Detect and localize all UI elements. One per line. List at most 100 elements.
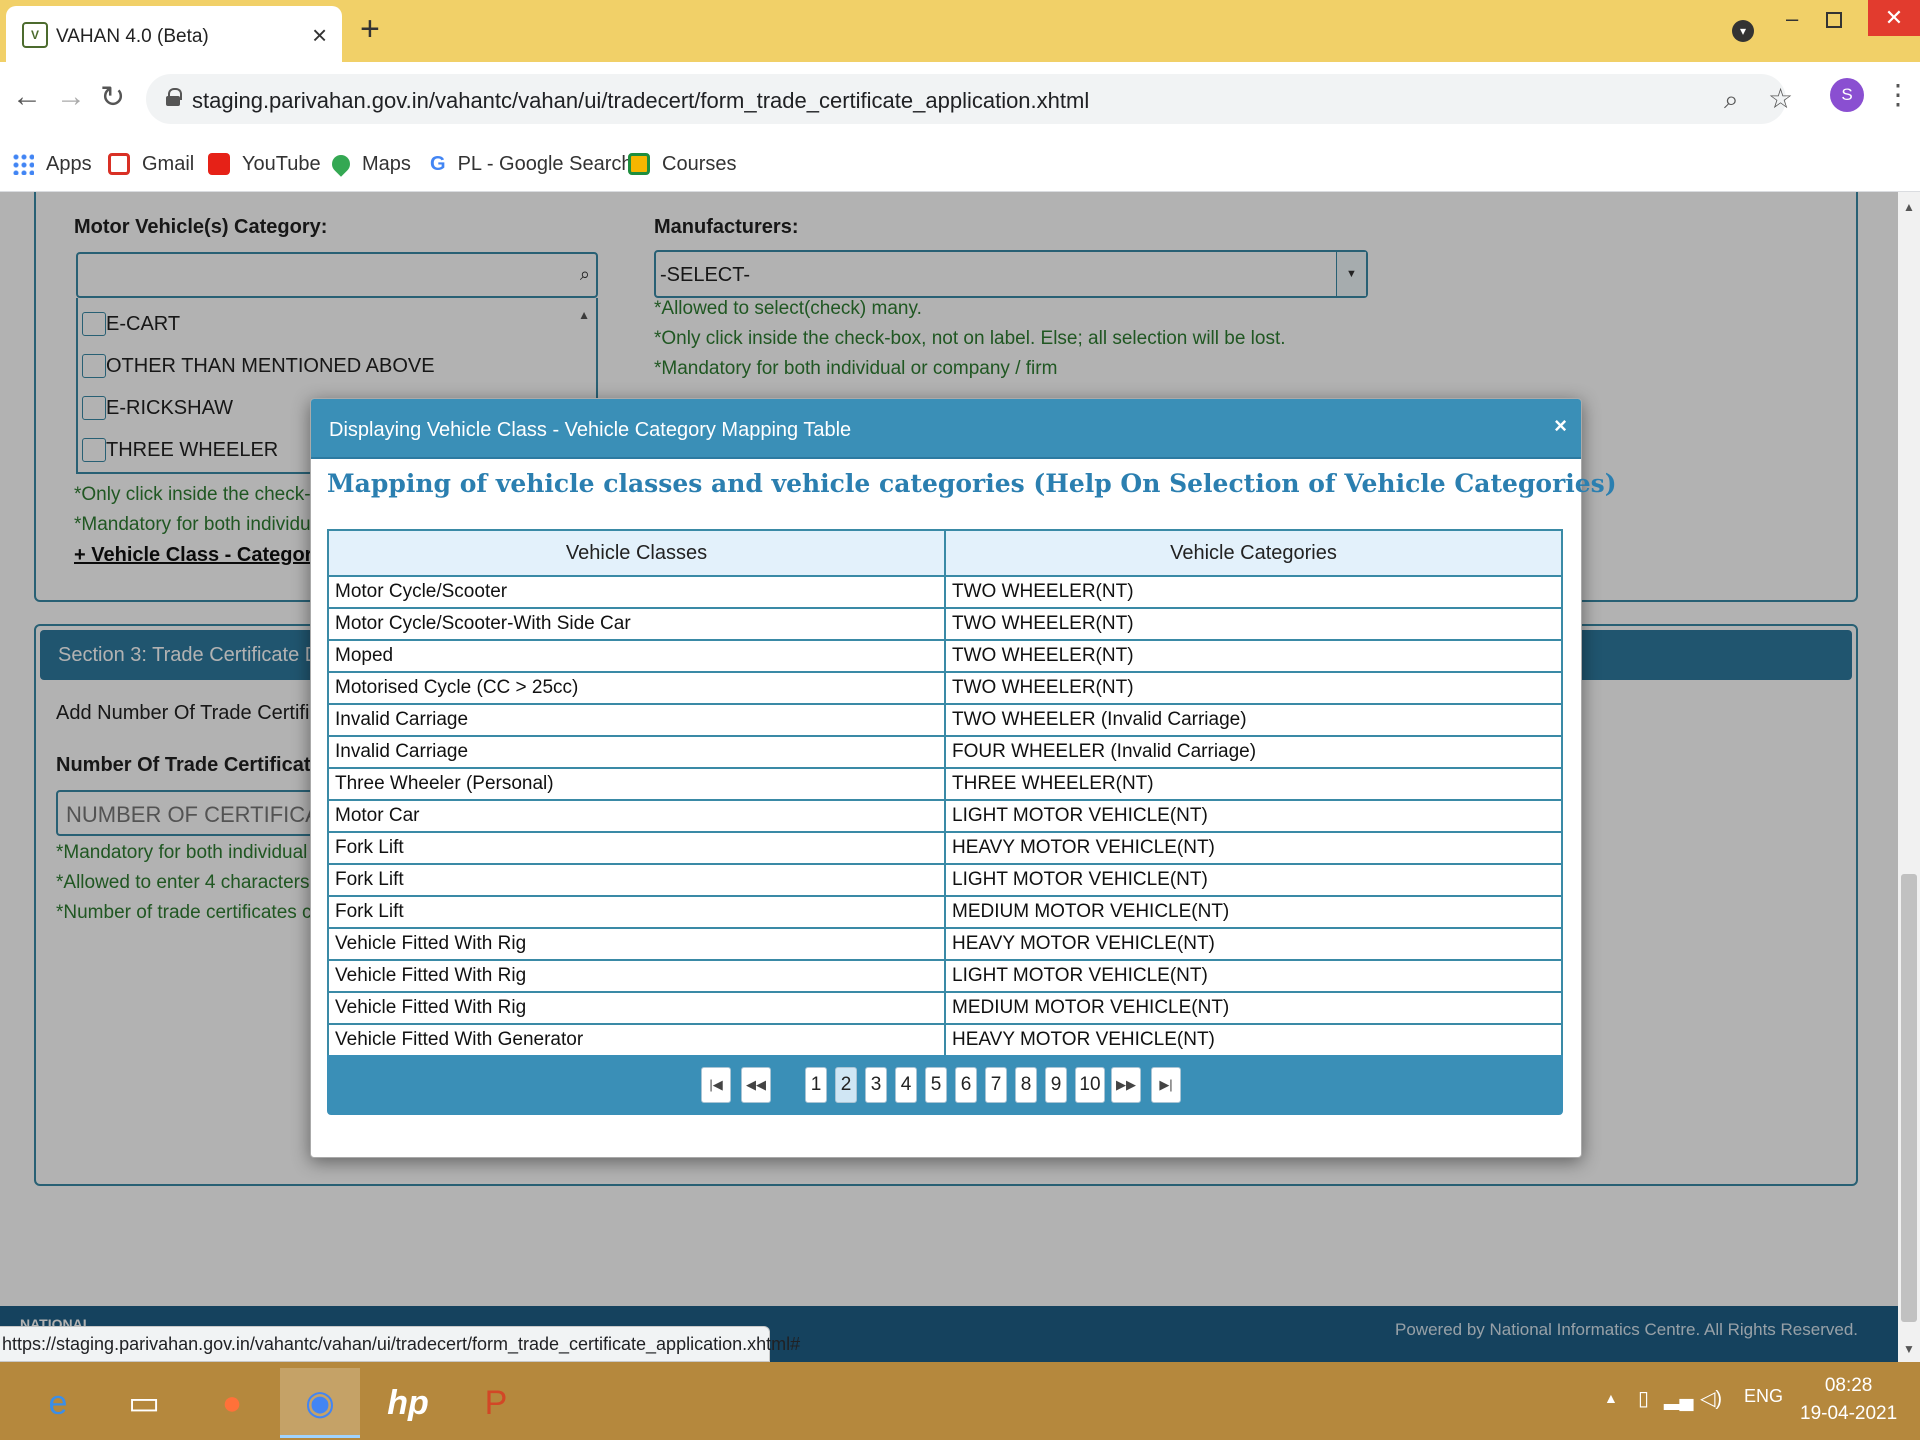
dialog-title: Displaying Vehicle Class - Vehicle Categ… [329, 419, 852, 441]
table-row[interactable]: Fork Lift LIGHT MOTOR VEHICLE(NT) [327, 863, 1563, 897]
first-page-icon[interactable]: |◀ [701, 1067, 731, 1103]
table-row[interactable]: Invalid Carriage TWO WHEELER (Invalid Car… [327, 703, 1563, 737]
bookmark-courses[interactable]: Courses [628, 146, 736, 182]
vehicle-category-cell: HEAVY MOTOR VEHICLE(NT) [944, 831, 1563, 865]
maps-pin-icon [328, 151, 354, 177]
firefox-icon[interactable]: ● [192, 1368, 272, 1438]
vehicle-category-cell: TWO WHEELER(NT) [944, 639, 1563, 673]
hp-icon[interactable]: hp [368, 1368, 448, 1438]
vehicle-class-cell: Fork Lift [327, 895, 946, 929]
bookmark-pl-google-search[interactable]: G PL - Google Search [430, 146, 632, 182]
last-page-icon[interactable]: ▶| [1151, 1067, 1181, 1103]
vehicle-class-cell: Motor Car [327, 799, 946, 833]
url-text[interactable]: staging.parivahan.gov.in/vahantc/vahan/u… [192, 88, 1089, 114]
reload-icon[interactable]: ↻ [100, 80, 125, 115]
volume-icon[interactable]: ◁) [1700, 1386, 1722, 1411]
new-tab-button[interactable]: + [360, 10, 380, 49]
table-row[interactable]: Motor Car LIGHT MOTOR VEHICLE(NT) [327, 799, 1563, 833]
internet-explorer-icon[interactable]: e [18, 1368, 98, 1438]
vehicle-category-cell: HEAVY MOTOR VEHICLE(NT) [944, 927, 1563, 961]
network-icon[interactable]: ▂▄ [1664, 1386, 1694, 1411]
column-header-vehicle-classes[interactable]: Vehicle Classes [327, 529, 946, 577]
language-indicator[interactable]: ENG [1744, 1386, 1783, 1407]
table-row[interactable]: Invalid Carriage FOUR WHEELER (Invalid Ca… [327, 735, 1563, 769]
table-row[interactable]: Vehicle Fitted With Rig HEAVY MOTOR VEHIC… [327, 927, 1563, 961]
table-row[interactable]: Vehicle Fitted With Rig MEDIUM MOTOR VEHI… [327, 991, 1563, 1025]
table-row[interactable]: Vehicle Fitted With Generator HEAVY MOTOR… [327, 1023, 1563, 1057]
address-bar[interactable]: staging.parivahan.gov.in/vahantc/vahan/u… [146, 74, 1793, 124]
previous-page-icon[interactable]: ◀◀ [741, 1067, 771, 1103]
bookmark-label: YouTube [242, 152, 321, 175]
vehicle-category-cell: TWO WHEELER (Invalid Carriage) [944, 703, 1563, 737]
dialog-close-icon[interactable]: × [1554, 413, 1567, 439]
windows-taskbar: e ▭ ● ◉ hp P ▲ ▯ ▂▄ ◁) ENG 08:28 19-04-2… [0, 1362, 1920, 1440]
vehicle-class-cell: Vehicle Fitted With Generator [327, 1023, 946, 1057]
vehicle-class-cell: Invalid Carriage [327, 703, 946, 737]
vehicle-category-cell: HEAVY MOTOR VEHICLE(NT) [944, 1023, 1563, 1057]
taskbar-clock[interactable]: 08:28 19-04-2021 [1800, 1372, 1897, 1428]
tray-expand-icon[interactable]: ▲ [1604, 1390, 1618, 1406]
page-button[interactable]: 4 [895, 1067, 917, 1103]
vehicle-class-cell: Invalid Carriage [327, 735, 946, 769]
scrollbar-thumb[interactable] [1901, 874, 1917, 1322]
table-row[interactable]: Fork Lift MEDIUM MOTOR VEHICLE(NT) [327, 895, 1563, 929]
vehicle-class-cell: Fork Lift [327, 863, 946, 897]
table-row[interactable]: Motor Cycle/Scooter-With Side Car TWO WHE… [327, 607, 1563, 641]
chrome-icon[interactable]: ◉ [280, 1368, 360, 1438]
table-row[interactable]: Moped TWO WHEELER(NT) [327, 639, 1563, 673]
forward-icon[interactable]: → [56, 80, 86, 114]
next-page-icon[interactable]: ▶▶ [1111, 1067, 1141, 1103]
file-explorer-icon[interactable]: ▭ [104, 1368, 184, 1438]
window-close-button[interactable]: ✕ [1868, 0, 1920, 36]
lock-icon[interactable] [166, 88, 182, 106]
bookmark-youtube[interactable]: YouTube [208, 146, 321, 182]
page-button[interactable]: 9 [1045, 1067, 1067, 1103]
youtube-icon [208, 153, 230, 175]
tab-search-icon[interactable]: ▾ [1732, 20, 1754, 42]
dialog-heading: Mapping of vehicle classes and vehicle c… [327, 469, 1617, 498]
browser-tab[interactable]: V VAHAN 4.0 (Beta) × [6, 6, 342, 62]
page-button[interactable]: 7 [985, 1067, 1007, 1103]
vehicle-class-cell: Moped [327, 639, 946, 673]
mapping-table-body: Motor Cycle/Scooter TWO WHEELER(NT) Motor … [327, 575, 1563, 1057]
scroll-up-icon[interactable]: ▲ [1903, 200, 1915, 214]
back-icon[interactable]: ← [12, 80, 42, 114]
vahan-favicon-icon: V [22, 22, 48, 48]
maximize-button[interactable] [1826, 12, 1842, 28]
bookmark-label: Gmail [142, 152, 195, 175]
bookmark-apps[interactable]: Apps [12, 146, 92, 182]
powerpoint-icon[interactable]: P [456, 1368, 536, 1438]
battery-icon[interactable]: ▯ [1638, 1386, 1649, 1411]
column-header-vehicle-categories[interactable]: Vehicle Categories [944, 529, 1563, 577]
page-button[interactable]: 5 [925, 1067, 947, 1103]
table-row[interactable]: Three Wheeler (Personal) THREE WHEELER(NT… [327, 767, 1563, 801]
page-button[interactable]: 8 [1015, 1067, 1037, 1103]
vehicle-class-cell: Vehicle Fitted With Rig [327, 927, 946, 961]
profile-avatar[interactable]: S [1830, 78, 1864, 112]
bookmark-star-icon[interactable]: ☆ [1768, 82, 1793, 115]
status-bar-url: https://staging.parivahan.gov.in/vahantc… [0, 1326, 800, 1362]
vehicle-class-cell: Motor Cycle/Scooter-With Side Car [327, 607, 946, 641]
table-row[interactable]: Motor Cycle/Scooter TWO WHEELER(NT) [327, 575, 1563, 609]
bookmark-gmail[interactable]: Gmail [108, 146, 194, 182]
bookmark-label: Courses [662, 152, 737, 175]
table-row[interactable]: Fork Lift HEAVY MOTOR VEHICLE(NT) [327, 831, 1563, 865]
page-scrollbar[interactable]: ▲ ▼ [1898, 192, 1920, 1362]
table-paginator: |◀ ◀◀ 1 2 3 4 5 6 7 8 9 10 ▶▶ ▶| [327, 1055, 1563, 1115]
zoom-icon[interactable]: ⌕ [1724, 84, 1739, 116]
table-row[interactable]: Motorised Cycle (CC > 25cc) TWO WHEELER(N… [327, 671, 1563, 705]
page-button[interactable]: 2 [835, 1067, 857, 1103]
browser-tab-strip: V VAHAN 4.0 (Beta) × + ▾ – ✕ [0, 0, 1920, 62]
page-button[interactable]: 1 [805, 1067, 827, 1103]
bookmark-maps[interactable]: Maps [328, 146, 411, 182]
bookmark-label: PL - Google Search [457, 152, 633, 175]
page-button[interactable]: 6 [955, 1067, 977, 1103]
page-button[interactable]: 3 [865, 1067, 887, 1103]
page-button[interactable]: 10 [1075, 1067, 1105, 1103]
scroll-down-icon[interactable]: ▼ [1903, 1342, 1915, 1356]
browser-menu-icon[interactable]: ⋮ [1884, 78, 1912, 111]
table-row[interactable]: Vehicle Fitted With Rig LIGHT MOTOR VEHIC… [327, 959, 1563, 993]
tab-close-icon[interactable]: × [312, 20, 327, 51]
vehicle-class-mapping-dialog: Displaying Vehicle Class - Vehicle Categ… [310, 398, 1617, 1158]
minimize-button[interactable]: – [1786, 6, 1798, 32]
